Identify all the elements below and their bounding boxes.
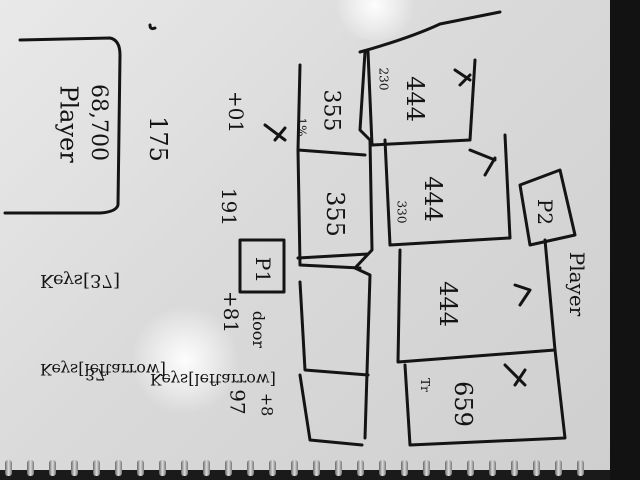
cell-value-6: 355: [318, 89, 344, 132]
mark-a: +01: [224, 90, 249, 134]
ring: [357, 460, 364, 476]
mark-c: +81: [219, 290, 244, 334]
ring: [401, 460, 408, 476]
cell-value-2: 444: [418, 176, 447, 222]
cell-small-1: 230: [376, 67, 391, 91]
player2-label: Player: [565, 251, 590, 317]
note-37: 37: [85, 365, 106, 384]
ring: [71, 460, 78, 476]
ring: [137, 460, 144, 476]
cell-small-4: Tr: [417, 378, 432, 392]
ring: [159, 460, 166, 476]
ring: [313, 460, 320, 476]
ring: [225, 460, 232, 476]
cell-left-4: [298, 373, 364, 447]
ring: [291, 460, 298, 476]
cell-right-3: [396, 238, 557, 364]
arrow-mark-2: [468, 148, 497, 177]
cell-value-1: 444: [400, 76, 429, 122]
ring: [27, 460, 34, 476]
photo-scene: Player 68,700 175 444 230 444 330 444 65…: [0, 0, 640, 480]
tag-p2: P2: [533, 198, 558, 226]
door-label: door: [249, 310, 269, 349]
mark-plus8: +8: [257, 392, 277, 417]
ring: [533, 460, 540, 476]
wall-line-top: [358, 10, 502, 54]
mark-d: 97: [225, 389, 250, 415]
arrow-mark-1: [453, 68, 472, 87]
cell-value-4: 659: [448, 381, 477, 427]
cell-small-2: 330: [394, 200, 409, 224]
spiral-binding: [0, 458, 610, 480]
ring: [555, 460, 562, 476]
cell-right-4: [403, 348, 567, 447]
ring: [379, 460, 386, 476]
player-score: 68,700: [85, 84, 111, 161]
cell-small-6: 1%: [294, 117, 309, 137]
ring: [5, 460, 12, 476]
player-title: Player: [54, 85, 83, 163]
ring: [511, 460, 518, 476]
ring: [467, 460, 474, 476]
cell-left-3: [298, 280, 370, 377]
ring: [247, 460, 254, 476]
ring: [269, 460, 276, 476]
dark-background-edge: [610, 0, 640, 480]
tag-p1: P1: [251, 256, 276, 284]
ring: [203, 460, 210, 476]
sketch-lines: [3, 10, 577, 447]
ring: [335, 460, 342, 476]
mark-b: 191: [217, 187, 242, 227]
tick-mark: [148, 23, 157, 31]
ring: [445, 460, 452, 476]
ring: [489, 460, 496, 476]
ring: [115, 460, 122, 476]
note-keys-37: Keys[37]: [40, 270, 120, 291]
wall-line-mid: [296, 252, 370, 260]
cell-value-5: 355: [320, 191, 349, 237]
ring: [423, 460, 430, 476]
cell-right-2: [383, 133, 512, 247]
arrow-mark-3: [503, 363, 527, 387]
note-keys-leftarrow-2: Keys[leftarrow]: [150, 370, 276, 389]
ring: [577, 460, 584, 476]
arrow-mark-5: [513, 283, 532, 307]
ring: [49, 460, 56, 476]
top-note: 175: [143, 116, 172, 162]
arrow-mark-4: [263, 123, 287, 142]
cell-value-3: 444: [433, 281, 462, 327]
ring: [93, 460, 100, 476]
ring: [181, 460, 188, 476]
